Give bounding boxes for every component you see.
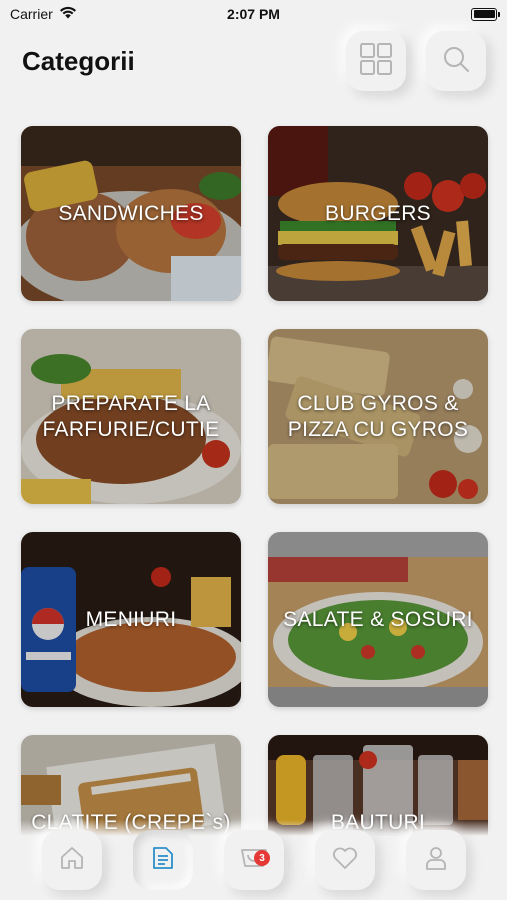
home-icon xyxy=(58,844,86,877)
tab-bar: 3 xyxy=(0,820,507,900)
categories-grid: SANDWICHES BURGERS PREPARATE LA FARFURIE… xyxy=(21,126,488,900)
category-label: PREPARATE LA FARFURIE/CUTIE xyxy=(42,391,220,441)
grid-view-button[interactable] xyxy=(346,31,406,91)
search-icon xyxy=(441,44,471,79)
document-icon xyxy=(150,844,176,877)
category-label: BURGERS xyxy=(325,201,431,225)
category-card-club-gyros[interactable]: CLUB GYROS & PIZZA CU GYROS xyxy=(268,329,488,504)
tab-favorites[interactable] xyxy=(315,830,375,890)
category-label: SALATE & SOSURI xyxy=(283,607,473,631)
category-card-preparate[interactable]: PREPARATE LA FARFURIE/CUTIE xyxy=(21,329,241,504)
category-card-meniuri[interactable]: MENIURI xyxy=(21,532,241,707)
wifi-icon xyxy=(59,6,77,22)
user-icon xyxy=(422,844,450,877)
battery-icon xyxy=(471,7,500,21)
header: Categorii xyxy=(0,28,507,98)
heart-icon xyxy=(330,844,360,877)
status-left: Carrier xyxy=(10,6,77,22)
status-bar: Carrier 2:07 PM xyxy=(0,0,507,28)
category-card-sandwiches[interactable]: SANDWICHES xyxy=(21,126,241,301)
page-title: Categorii xyxy=(22,46,135,76)
tab-menu[interactable] xyxy=(133,830,193,890)
category-label: SANDWICHES xyxy=(58,201,204,225)
category-card-burgers[interactable]: BURGERS xyxy=(268,126,488,301)
carrier-label: Carrier xyxy=(10,6,53,22)
grid-icon xyxy=(359,42,393,81)
category-card-salate[interactable]: SALATE & SOSURI xyxy=(268,532,488,707)
category-label: MENIURI xyxy=(85,607,177,631)
cart-badge: 3 xyxy=(254,850,270,866)
search-button[interactable] xyxy=(426,31,486,91)
category-label: CLUB GYROS & PIZZA CU GYROS xyxy=(287,391,469,441)
tab-home[interactable] xyxy=(42,830,102,890)
tab-profile[interactable] xyxy=(406,830,466,890)
tab-cart[interactable]: 3 xyxy=(224,830,284,890)
